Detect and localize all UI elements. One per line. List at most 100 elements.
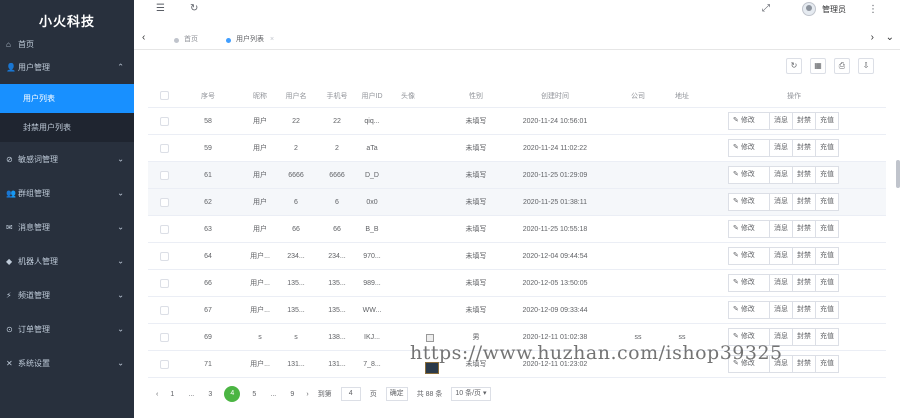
print-button[interactable]: ⎙ [834, 58, 850, 74]
recharge-button[interactable]: 充值 [815, 112, 839, 130]
message-button[interactable]: 消息 [769, 247, 793, 265]
recharge-button[interactable]: 充值 [815, 166, 839, 184]
sidebar-subitem-1[interactable]: 封禁用户列表 [0, 113, 134, 142]
page-number[interactable]: ... [186, 391, 196, 398]
close-icon[interactable]: × [270, 36, 274, 43]
recharge-button[interactable]: 充值 [815, 274, 839, 292]
recharge-button[interactable]: 充值 [815, 139, 839, 157]
collapse-menu-icon[interactable]: ☰ [156, 3, 165, 14]
page-number[interactable]: 3 [205, 391, 215, 398]
page-number[interactable]: 9 [287, 391, 297, 398]
ban-button[interactable]: 封禁 [792, 301, 816, 319]
page-number[interactable]: ... [268, 391, 278, 398]
tabs-next-icon[interactable]: › [871, 32, 874, 43]
message-button[interactable]: 消息 [769, 355, 793, 373]
chevron-down-icon[interactable]: ⌄ [886, 32, 894, 43]
message-button[interactable]: 消息 [769, 301, 793, 319]
table-row[interactable]: 71 用户... 131... 131... 7_8... 未填写 2020-12-11 0… [148, 351, 886, 378]
sidebar-item-2[interactable]: ⊘ 敏感词管理 ⌄ [0, 142, 134, 176]
message-button[interactable]: 消息 [769, 139, 793, 157]
edit-button[interactable]: ✎ 修改 [728, 112, 770, 130]
message-button[interactable]: 消息 [769, 328, 793, 346]
page-number[interactable]: 5 [249, 391, 259, 398]
message-button[interactable]: 消息 [769, 112, 793, 130]
sidebar-item-8[interactable]: ✕ 系统设置 ⌄ [0, 346, 134, 380]
row-checkbox[interactable] [159, 197, 169, 207]
fullscreen-icon[interactable]: ⤢ [762, 3, 770, 14]
tab-home[interactable]: 首页 [170, 33, 204, 47]
columns-button[interactable]: ▦ [810, 58, 826, 74]
ban-button[interactable]: 封禁 [792, 247, 816, 265]
refresh-icon[interactable]: ↻ [190, 3, 198, 14]
export-button[interactable]: ⇩ [858, 58, 874, 74]
table-row[interactable]: 69 s s 138... IKJ... 男 2020-12-11 01:02:38 ss ss… [148, 324, 886, 351]
edit-button[interactable]: ✎ 修改 [728, 328, 770, 346]
message-button[interactable]: 消息 [769, 193, 793, 211]
table-row[interactable]: 66 用户... 135... 135... 989... 未填写 2020-12-05 1… [148, 270, 886, 297]
recharge-button[interactable]: 充值 [815, 328, 839, 346]
sidebar-item-7[interactable]: ⊙ 订单管理 ⌄ [0, 312, 134, 346]
row-checkbox[interactable] [159, 278, 169, 288]
edit-button[interactable]: ✎ 修改 [728, 274, 770, 292]
scrollbar[interactable] [896, 160, 900, 188]
ban-button[interactable]: 封禁 [792, 355, 816, 373]
table-row[interactable]: 58 用户 22 22 qiq... 未填写 2020-11-24 10:56:01 ✎ 修改… [148, 108, 886, 135]
row-checkbox[interactable] [159, 359, 169, 369]
row-checkbox[interactable] [159, 170, 169, 180]
row-checkbox[interactable] [159, 332, 169, 342]
refresh-button[interactable]: ↻ [786, 58, 802, 74]
row-checkbox[interactable] [159, 116, 169, 126]
table-row[interactable]: 63 用户 66 66 B_B 未填写 2020-11-25 10:55:18 ✎ 修改 消息封… [148, 216, 886, 243]
tab-user-list[interactable]: 用户列表 × [222, 33, 280, 47]
edit-button[interactable]: ✎ 修改 [728, 139, 770, 157]
goto-page-input[interactable]: 4 [340, 387, 361, 401]
next-page-icon[interactable]: › [306, 391, 308, 398]
goto-confirm-button[interactable]: 确定 [385, 387, 408, 401]
prev-page-icon[interactable]: ‹ [156, 391, 158, 398]
sidebar-item-4[interactable]: ✉ 消息管理 ⌄ [0, 210, 134, 244]
page-number[interactable]: 1 [167, 391, 177, 398]
edit-button[interactable]: ✎ 修改 [728, 220, 770, 238]
table-row[interactable]: 67 用户... 135... 135... WW... 未填写 2020-12-09 09… [148, 297, 886, 324]
edit-button[interactable]: ✎ 修改 [728, 193, 770, 211]
sidebar-item-6[interactable]: ⚡ 频道管理 ⌄ [0, 278, 134, 312]
row-checkbox[interactable] [159, 305, 169, 315]
more-vertical-icon[interactable]: ⋮ [868, 4, 878, 15]
ban-button[interactable]: 封禁 [792, 166, 816, 184]
edit-button[interactable]: ✎ 修改 [728, 166, 770, 184]
ban-button[interactable]: 封禁 [792, 274, 816, 292]
page-size-select[interactable]: 10 条/页 ▾ [451, 387, 491, 401]
message-button[interactable]: 消息 [769, 166, 793, 184]
table-row[interactable]: 59 用户 2 2 aTa 未填写 2020-11-24 11:02:22 ✎ 修改 消息 封禁充… [148, 135, 886, 162]
sidebar-item-5[interactable]: ◆ 机器人管理 ⌄ [0, 244, 134, 278]
row-checkbox[interactable] [159, 251, 169, 261]
table-row[interactable]: 64 用户... 234... 234... 970... 未填写 2020-12-04 0… [148, 243, 886, 270]
row-checkbox[interactable] [159, 143, 169, 153]
edit-button[interactable]: ✎ 修改 [728, 247, 770, 265]
ban-button[interactable]: 封禁 [792, 139, 816, 157]
sidebar-item-1[interactable]: 👤 用户管理 ⌃ [0, 50, 134, 84]
recharge-button[interactable]: 充值 [815, 220, 839, 238]
ban-button[interactable]: 封禁 [792, 193, 816, 211]
sidebar-subitem-0[interactable]: 用户列表 [0, 84, 134, 113]
table-row[interactable]: 62 用户 6 6 0x0 未填写 2020-11-25 01:38:11 ✎ 修改 消息 封禁充… [148, 189, 886, 216]
select-all-checkbox[interactable] [159, 91, 169, 100]
message-button[interactable]: 消息 [769, 274, 793, 292]
ban-button[interactable]: 封禁 [792, 220, 816, 238]
recharge-button[interactable]: 充值 [815, 247, 839, 265]
recharge-button[interactable]: 充值 [815, 193, 839, 211]
sidebar-item-3[interactable]: 👥 群组管理 ⌄ [0, 176, 134, 210]
ban-button[interactable]: 封禁 [792, 112, 816, 130]
edit-button[interactable]: ✎ 修改 [728, 301, 770, 319]
tabs-prev-icon[interactable]: ‹ [142, 32, 145, 43]
row-checkbox[interactable] [159, 224, 169, 234]
user-dropdown[interactable]: 管理员 [802, 2, 846, 16]
recharge-button[interactable]: 充值 [815, 355, 839, 373]
message-button[interactable]: 消息 [769, 220, 793, 238]
table-row[interactable]: 61 用户 6666 6666 D_D 未填写 2020-11-25 01:29:09 ✎ 修… [148, 162, 886, 189]
edit-button[interactable]: ✎ 修改 [728, 355, 770, 373]
sidebar-item-0[interactable]: ⌂ 首页 [0, 38, 134, 50]
recharge-button[interactable]: 充值 [815, 301, 839, 319]
page-number[interactable]: 4 [224, 386, 241, 402]
ban-button[interactable]: 封禁 [792, 328, 816, 346]
